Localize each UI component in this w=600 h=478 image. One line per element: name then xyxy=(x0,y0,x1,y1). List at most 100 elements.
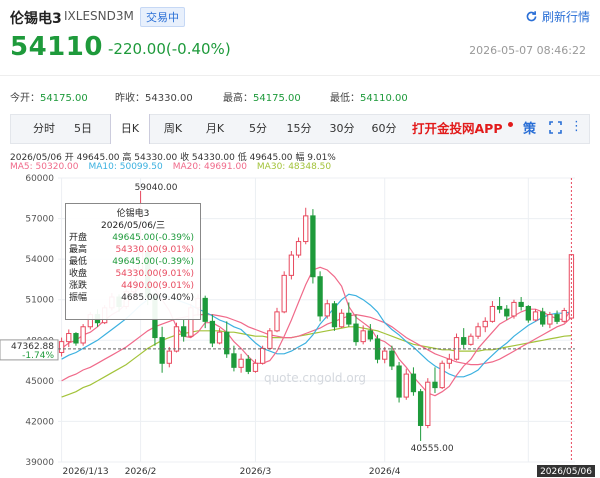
tab-5day[interactable]: 5日 xyxy=(66,115,100,143)
candle-body xyxy=(446,358,452,364)
candle-body xyxy=(525,305,531,321)
ma-legend: MA5: 50320.00 MA10: 50099.50 MA20: 49691.0… xyxy=(10,162,341,172)
tooltip-date: 2026/05/06/三 xyxy=(101,221,165,231)
candle-body xyxy=(504,308,510,317)
strategy-button[interactable]: 策 xyxy=(523,118,536,137)
ma30-line xyxy=(61,326,572,398)
tab-5min[interactable]: 5分 xyxy=(241,115,275,143)
tooltip-row-label: 涨跌 xyxy=(69,281,88,291)
x-tick-label: 2026/4 xyxy=(369,467,401,477)
candle-body xyxy=(346,312,352,325)
candle-body xyxy=(511,301,517,317)
y-tick-label: 57000 xyxy=(25,215,54,225)
x-tick-label: 2026/2 xyxy=(125,467,157,477)
tab-30min[interactable]: 30分 xyxy=(324,115,360,143)
candle-body xyxy=(432,381,438,389)
candle-body xyxy=(547,314,553,325)
candle-body xyxy=(331,303,338,328)
candle-body xyxy=(382,350,388,360)
fullscreen-icon[interactable] xyxy=(549,121,562,134)
tab-60min[interactable]: 60分 xyxy=(366,115,402,143)
notification-dot xyxy=(508,122,513,127)
y-tick-label: 51000 xyxy=(25,296,54,306)
candle-body xyxy=(324,303,330,317)
candle-body xyxy=(496,305,503,310)
tooltip-row: 收盘 54330.00(9.01%) xyxy=(66,268,200,280)
y-tick-label: 39000 xyxy=(25,458,54,468)
price-change: -220.00(-0.40%) xyxy=(108,40,231,58)
candle-body xyxy=(224,331,230,355)
tooltip-row-value: 49645.00(-0.39%) xyxy=(112,233,194,243)
candle-body xyxy=(468,335,474,345)
candle-body xyxy=(66,333,72,343)
candle-body xyxy=(252,362,259,372)
divider xyxy=(0,75,600,76)
tab-daily-k[interactable]: 日K xyxy=(110,114,150,144)
candle-body xyxy=(425,381,431,426)
candle-body xyxy=(202,297,208,322)
tab-intraday[interactable]: 分时 xyxy=(25,115,63,143)
tooltip-row-label: 开盘 xyxy=(69,233,88,243)
y-tick-label: 54000 xyxy=(25,255,54,265)
candle-body xyxy=(540,311,546,325)
tooltip-row-value: 49645.00(-0.39%) xyxy=(112,257,194,267)
tooltip-row-label: 振幅 xyxy=(69,293,88,303)
candle-body xyxy=(181,326,187,337)
last-price: 54110 xyxy=(10,32,103,62)
candle-body xyxy=(417,391,424,426)
tooltip-name: 伦锡电3 xyxy=(116,209,150,219)
candle-body xyxy=(281,274,287,313)
refresh-icon xyxy=(526,11,537,22)
period-tabs: 分时 5日 日K 周K 月K 5分 15分 30分 60分 打开金投网APP 策… xyxy=(10,114,590,144)
y-tick-label: 42000 xyxy=(25,417,54,427)
tooltip-row: 最高 54330.00(9.01%) xyxy=(66,244,200,256)
candle-body xyxy=(453,337,460,360)
trading-status-badge: 交易中 xyxy=(140,7,185,27)
candle-body xyxy=(216,331,223,344)
open-app-link[interactable]: 打开金投网APP xyxy=(412,116,503,142)
tooltip-row: 振幅 4685.00(9.40%) xyxy=(66,292,200,304)
tooltip-row: 最低 49645.00(-0.39%) xyxy=(66,256,200,268)
candle-body xyxy=(360,330,366,343)
tooltip-row-label: 最低 xyxy=(69,257,88,267)
candle-body xyxy=(396,365,402,398)
tooltip-row-label: 最高 xyxy=(69,245,88,255)
quote-time: 2026-05-07 08:46:22 xyxy=(469,44,586,57)
more-menu-icon[interactable]: ⋮ xyxy=(570,119,583,134)
tooltip-row-value: 4490.00(9.01%) xyxy=(121,281,194,291)
candle-body xyxy=(238,358,244,368)
ma10-label: MA10: 50099.50 xyxy=(88,162,163,172)
candle-body xyxy=(389,350,395,367)
candle-body xyxy=(561,310,567,322)
tooltip-row-value: 54330.00(9.01%) xyxy=(115,269,194,279)
stat-high: 最高：54175.00 xyxy=(223,93,301,104)
candle-body xyxy=(489,305,496,322)
candle-body xyxy=(80,326,86,344)
crosshair-pct: -1.74% xyxy=(22,351,54,361)
candle-body xyxy=(310,215,316,278)
tooltip-row-value: 4685.00(9.40%) xyxy=(121,293,194,303)
candle-body xyxy=(166,350,172,364)
max-price-label: 59040.00 xyxy=(135,183,178,193)
candle-body xyxy=(173,326,180,352)
x-crosshair-label: 2026/05/06 xyxy=(540,467,592,477)
candle-body xyxy=(367,330,374,340)
tooltip-row-value: 54330.00(9.01%) xyxy=(115,245,194,255)
tab-monthly-k[interactable]: 月K xyxy=(196,115,234,143)
tooltip-row: 开盘 49645.00(-0.39%) xyxy=(66,232,200,244)
tab-15min[interactable]: 15分 xyxy=(281,115,317,143)
candle-body xyxy=(231,353,237,368)
stat-low: 最低：54110.00 xyxy=(330,93,408,104)
candle-body xyxy=(317,276,323,317)
candle-body xyxy=(410,373,417,393)
candle-body xyxy=(518,301,524,307)
x-tick-label: 2026/1/13 xyxy=(63,467,109,477)
candle-body xyxy=(159,337,165,364)
candle-body xyxy=(554,314,560,322)
refresh-button[interactable]: 刷新行情 xyxy=(525,8,590,25)
candle-body xyxy=(274,311,280,332)
tab-weekly-k[interactable]: 周K xyxy=(154,115,192,143)
ma20-label: MA20: 49691.00 xyxy=(172,162,247,172)
candle-body xyxy=(58,341,65,353)
y-tick-label: 45000 xyxy=(25,377,54,387)
